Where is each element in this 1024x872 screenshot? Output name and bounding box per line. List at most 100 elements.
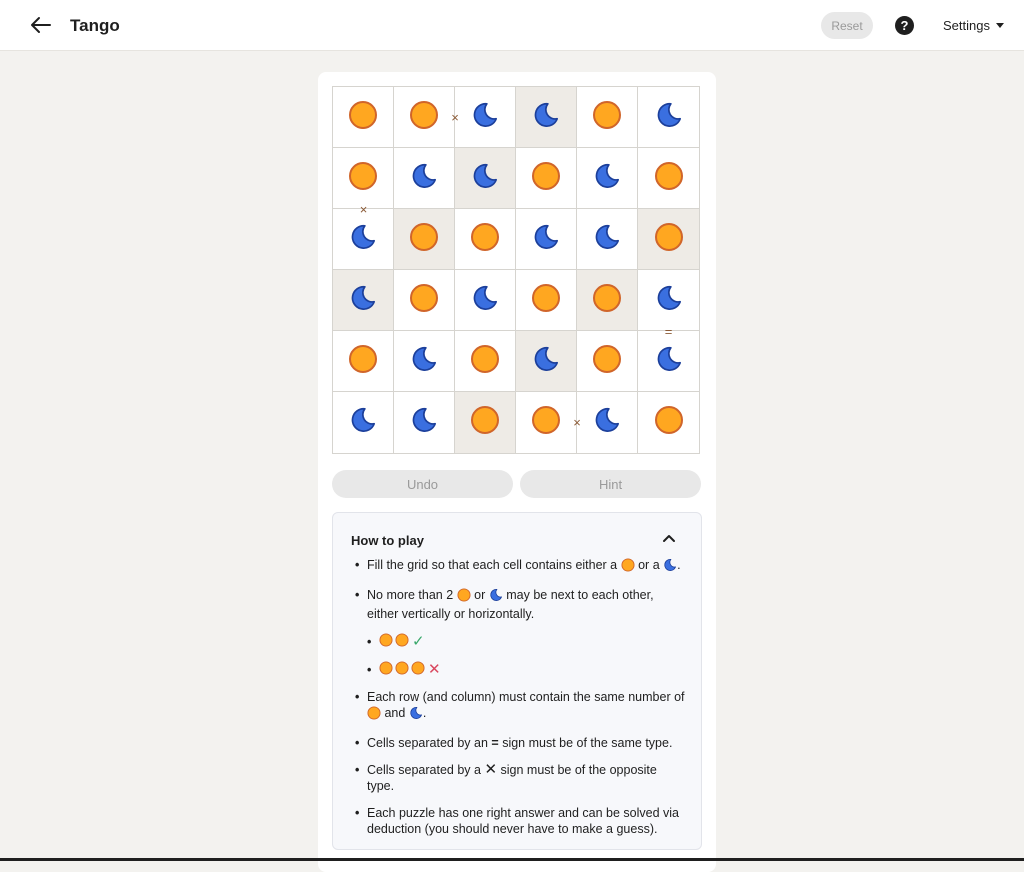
- undo-button[interactable]: Undo: [332, 470, 513, 498]
- page-title: Tango: [70, 16, 120, 35]
- grid-cell[interactable]: [333, 270, 394, 331]
- grid-cell[interactable]: [333, 331, 394, 392]
- rule-item: • No more than 2 or may be next to each …: [355, 588, 654, 621]
- rule-text: Cells separated by a: [367, 763, 481, 777]
- sun-icon: [457, 588, 471, 606]
- example-bad: • ✕: [367, 661, 441, 679]
- grid-cell[interactable]: [516, 392, 577, 453]
- grid-cell[interactable]: [455, 209, 516, 270]
- grid-cell[interactable]: [638, 392, 699, 453]
- chevron-up-icon[interactable]: [661, 531, 677, 545]
- settings-dropdown[interactable]: Settings: [943, 18, 1004, 33]
- sun-icon: [379, 661, 393, 679]
- grid-cell[interactable]: [516, 209, 577, 270]
- moon-icon: [593, 406, 621, 439]
- grid-cell[interactable]: [638, 148, 699, 209]
- rule-item: • Each puzzle has one right answer and c…: [355, 805, 685, 837]
- rule-text: and: [384, 706, 406, 720]
- grid-cell[interactable]: [333, 87, 394, 148]
- moon-icon: [655, 101, 683, 134]
- hint-button[interactable]: Hint: [520, 470, 701, 498]
- caret-down-icon: [995, 23, 1004, 28]
- sun-icon: [654, 405, 684, 440]
- grid-cell[interactable]: [516, 87, 577, 148]
- rule-text: Each row (and column) must contain the s…: [367, 690, 685, 704]
- rule-item: • Each row (and column) must contain the…: [355, 689, 685, 724]
- reset-button[interactable]: Reset: [821, 12, 873, 39]
- grid-cell[interactable]: [577, 148, 638, 209]
- grid-cell[interactable]: [516, 148, 577, 209]
- sun-icon: [621, 558, 635, 576]
- sun-icon: [531, 161, 561, 196]
- grid-cell[interactable]: [333, 148, 394, 209]
- sun-icon: [409, 283, 439, 318]
- back-arrow-icon[interactable]: [28, 12, 54, 38]
- moon-icon: [593, 223, 621, 256]
- rule-item: • Cells separated by an = sign must be o…: [355, 736, 673, 750]
- moon-icon: [655, 284, 683, 317]
- moon-icon: [532, 223, 560, 256]
- cross-constraint: ×: [451, 110, 459, 125]
- grid-cell[interactable]: [638, 331, 699, 392]
- grid-cell[interactable]: [577, 331, 638, 392]
- grid-cell[interactable]: [516, 270, 577, 331]
- moon-icon: [410, 345, 438, 378]
- sun-icon: [348, 100, 378, 135]
- cross-constraint: ×: [573, 415, 581, 430]
- settings-label: Settings: [943, 18, 990, 33]
- grid-cell[interactable]: [394, 209, 455, 270]
- equals-constraint: =: [664, 323, 673, 339]
- moon-icon: [410, 162, 438, 195]
- grid-cell[interactable]: [394, 270, 455, 331]
- grid-cell[interactable]: [577, 270, 638, 331]
- grid-cell[interactable]: [455, 392, 516, 453]
- grid-cell[interactable]: [455, 148, 516, 209]
- rule-text: Cells separated by an: [367, 736, 488, 750]
- grid-cell[interactable]: [394, 148, 455, 209]
- rule-text: Each puzzle has one right answer and can…: [367, 806, 679, 836]
- grid-cell[interactable]: [333, 209, 394, 270]
- moon-icon: [489, 588, 503, 606]
- sun-icon: [654, 222, 684, 257]
- equals-sign: =: [491, 736, 499, 750]
- help-icon[interactable]: ?: [895, 16, 914, 35]
- sun-icon: [379, 633, 393, 651]
- grid-cell[interactable]: [455, 270, 516, 331]
- grid-cell[interactable]: [577, 392, 638, 453]
- rule-text: or: [474, 588, 486, 602]
- game-panel: × × = × Undo Hint How to play • Fill the gr…: [318, 72, 716, 872]
- rule-item: • Cells separated by a ✕ sign must be of…: [355, 761, 657, 794]
- rules-list: • Fill the grid so that each cell contai…: [355, 557, 685, 848]
- grid-cell[interactable]: [455, 87, 516, 148]
- grid-cell[interactable]: [394, 331, 455, 392]
- grid-cell[interactable]: [638, 270, 699, 331]
- sun-icon: [531, 405, 561, 440]
- grid-cell[interactable]: [455, 331, 516, 392]
- grid-cell[interactable]: [577, 87, 638, 148]
- moon-icon: [532, 101, 560, 134]
- moon-icon: [593, 162, 621, 195]
- moon-icon: [655, 345, 683, 378]
- cross-constraint: ×: [359, 201, 368, 217]
- rule-text: Fill the grid so that each cell contains…: [367, 558, 618, 572]
- sun-icon: [531, 283, 561, 318]
- moon-icon: [349, 284, 377, 317]
- grid-cell[interactable]: [516, 331, 577, 392]
- rule-text: .: [677, 558, 681, 572]
- moon-icon: [532, 345, 560, 378]
- grid-cell[interactable]: [577, 209, 638, 270]
- moon-icon: [471, 101, 499, 134]
- sun-icon: [348, 161, 378, 196]
- grid-cell[interactable]: [394, 392, 455, 453]
- sun-icon: [411, 661, 425, 679]
- grid-cell[interactable]: [638, 209, 699, 270]
- sun-icon: [367, 706, 381, 724]
- rule-item: • Fill the grid so that each cell contai…: [355, 557, 685, 576]
- sun-icon: [470, 222, 500, 257]
- grid-cell[interactable]: [333, 392, 394, 453]
- moon-icon: [410, 406, 438, 439]
- rule-text: .: [422, 706, 427, 720]
- moon-icon: [409, 706, 423, 724]
- grid-cell[interactable]: [394, 87, 455, 148]
- grid-cell[interactable]: [638, 87, 699, 148]
